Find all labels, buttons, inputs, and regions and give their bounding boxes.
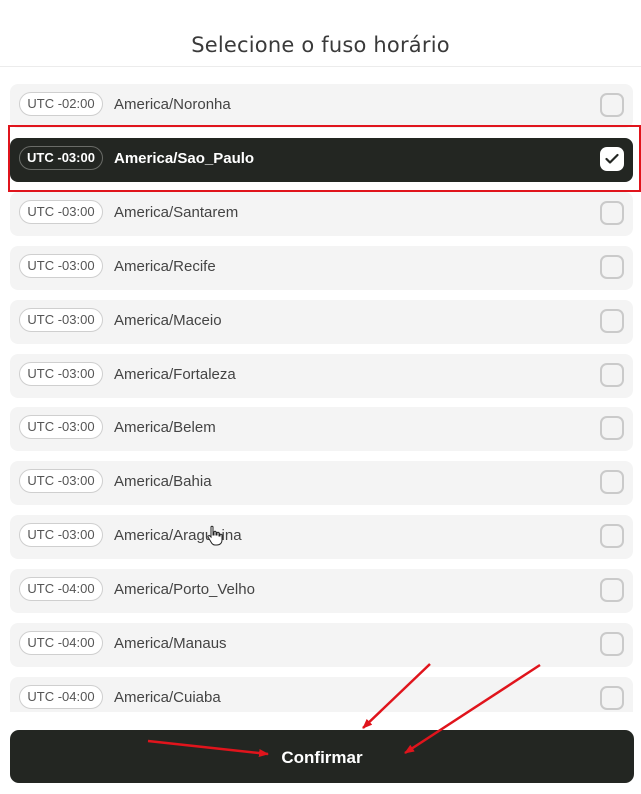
timezone-name: America/Porto_Velho bbox=[114, 581, 255, 599]
timezone-option-selected[interactable]: UTC -03:00 America/Sao_Paulo bbox=[10, 137, 633, 182]
timezone-name: America/Fortaleza bbox=[114, 365, 236, 383]
page-title: Selecione o fuso horário bbox=[191, 33, 450, 57]
timezone-option[interactable]: UTC -03:00 America/Santarem bbox=[10, 191, 633, 236]
timezone-option[interactable]: UTC -03:00 America/Belem bbox=[10, 407, 633, 452]
checkbox[interactable] bbox=[600, 362, 624, 387]
utc-offset-badge: UTC -03:00 bbox=[19, 253, 103, 278]
checkmark-icon bbox=[605, 153, 619, 164]
checkbox[interactable] bbox=[600, 93, 624, 117]
timezone-option[interactable]: UTC -04:00 America/Cuiaba bbox=[10, 676, 633, 712]
timezone-option[interactable]: UTC -03:00 America/Maceio bbox=[10, 299, 633, 344]
checkbox[interactable] bbox=[600, 254, 624, 279]
timezone-list: UTC -02:00 America/Noronha UTC -03:00 Am… bbox=[10, 84, 633, 712]
timezone-name: America/Manaus bbox=[114, 635, 227, 652]
utc-offset-badge: UTC -03:00 bbox=[19, 199, 103, 224]
utc-offset-badge: UTC -02:00 bbox=[19, 92, 103, 116]
timezone-name: America/Noronha bbox=[114, 96, 231, 113]
checkbox[interactable] bbox=[600, 632, 624, 656]
timezone-option[interactable]: UTC -04:00 America/Manaus bbox=[10, 623, 633, 667]
timezone-name: America/Belem bbox=[114, 419, 216, 437]
utc-offset-badge: UTC -03:00 bbox=[19, 145, 103, 170]
checkbox[interactable] bbox=[600, 200, 624, 225]
checkbox[interactable] bbox=[600, 416, 624, 441]
utc-offset-badge: UTC -04:00 bbox=[19, 631, 103, 655]
timezone-name: America/Maceio bbox=[114, 311, 222, 329]
timezone-name: America/Bahia bbox=[114, 473, 212, 491]
utc-offset-badge: UTC -04:00 bbox=[19, 684, 103, 709]
checkbox[interactable] bbox=[600, 470, 624, 495]
timezone-option[interactable]: UTC -03:00 America/Fortaleza bbox=[10, 353, 633, 398]
timezone-name: America/Cuiaba bbox=[114, 688, 221, 706]
utc-offset-badge: UTC -03:00 bbox=[19, 469, 103, 494]
checkbox[interactable] bbox=[600, 308, 624, 333]
utc-offset-badge: UTC -03:00 bbox=[19, 523, 103, 548]
timezone-option[interactable]: UTC -03:00 America/Bahia bbox=[10, 461, 633, 506]
checkbox[interactable] bbox=[600, 578, 624, 603]
checkbox[interactable] bbox=[600, 524, 624, 549]
timezone-name: America/Santarem bbox=[114, 203, 239, 221]
timezone-option[interactable]: UTC -04:00 America/Porto_Velho bbox=[10, 569, 633, 614]
timezone-option[interactable]: UTC -02:00 America/Noronha bbox=[10, 84, 633, 128]
timezone-option[interactable]: UTC -03:00 America/Recife bbox=[10, 245, 633, 290]
header: Selecione o fuso horário bbox=[0, 0, 641, 67]
checkbox[interactable] bbox=[600, 685, 624, 710]
timezone-option[interactable]: UTC -03:00 America/Araguaina bbox=[10, 515, 633, 560]
timezone-name: America/Araguaina bbox=[114, 527, 242, 545]
confirm-button[interactable]: Confirmar bbox=[10, 730, 634, 783]
utc-offset-badge: UTC -03:00 bbox=[19, 361, 103, 386]
timezone-name: America/Recife bbox=[114, 257, 216, 275]
utc-offset-badge: UTC -03:00 bbox=[19, 415, 103, 440]
utc-offset-badge: UTC -03:00 bbox=[19, 307, 103, 332]
timezone-name: America/Sao_Paulo bbox=[114, 149, 255, 167]
checkbox-checked[interactable] bbox=[600, 146, 624, 171]
utc-offset-badge: UTC -04:00 bbox=[19, 577, 103, 602]
